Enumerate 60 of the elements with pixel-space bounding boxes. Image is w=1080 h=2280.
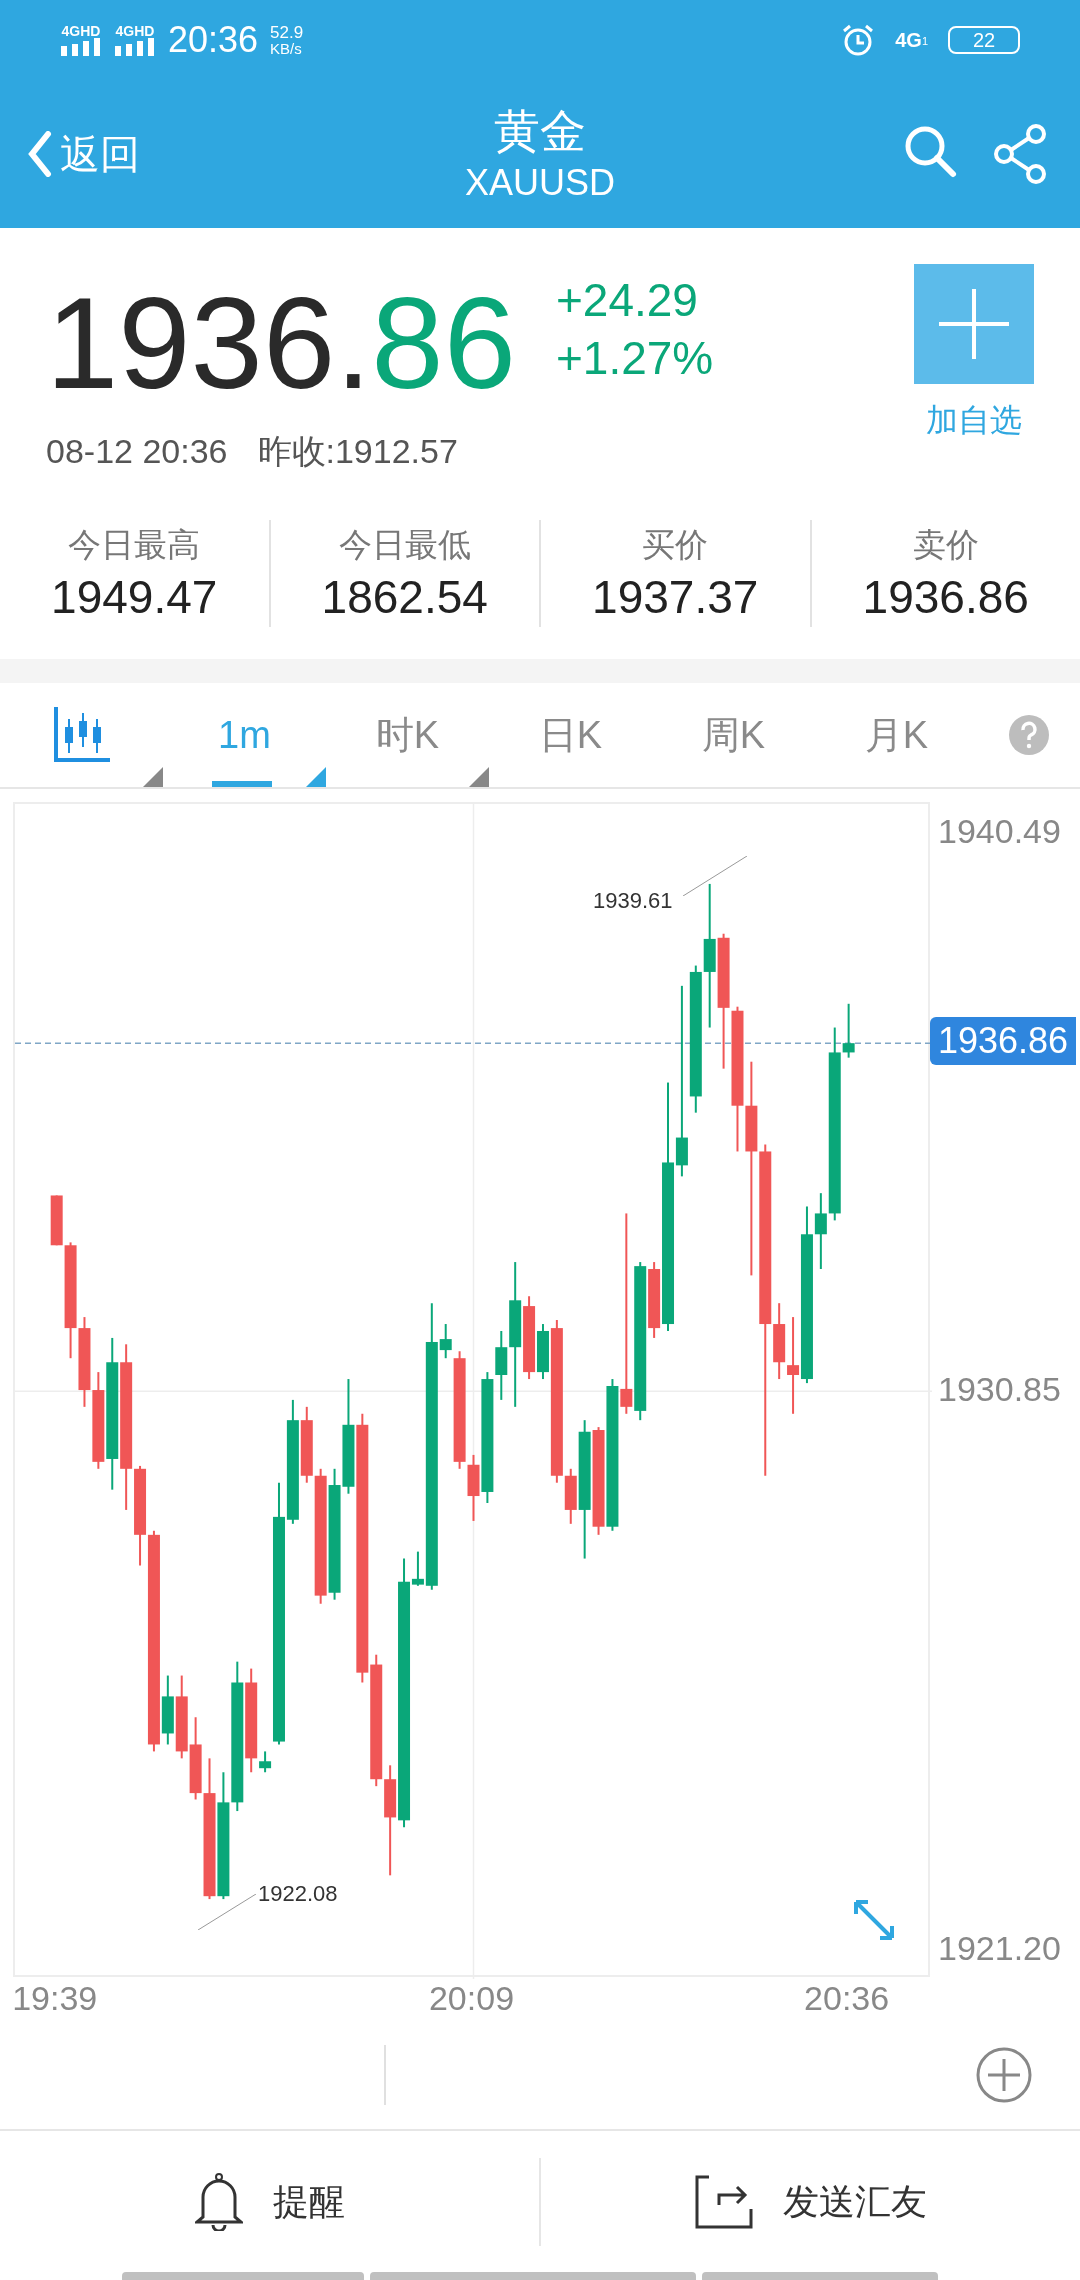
alarm-icon: [841, 23, 876, 57]
selected-tab-underline: [212, 781, 272, 787]
signal-icon: [114, 38, 156, 56]
page-title: 黄金: [494, 103, 586, 159]
period-tab[interactable]: 时K: [326, 683, 489, 787]
back-chevron-icon: [28, 131, 52, 177]
low-price-label: 1922.08: [258, 1880, 338, 1908]
stat-value: 1937.37: [592, 570, 759, 625]
period-tab[interactable]: 周K: [652, 683, 815, 787]
page-subtitle: XAUUSD: [465, 161, 615, 206]
back-button[interactable]: 返回: [28, 124, 268, 184]
stat-value: 1936.86: [862, 570, 1029, 625]
alert-button[interactable]: 提醒: [0, 2157, 539, 2246]
share-arrow-icon: [694, 2174, 753, 2229]
leader-line: [198, 1894, 256, 1930]
price-change: +24.29: [555, 273, 699, 328]
share-to-friends-button[interactable]: 发送汇友: [539, 2157, 1080, 2246]
quote-datetime: 08-12 20:36: [46, 431, 228, 472]
status-time: 20:36: [168, 18, 259, 62]
period-tab[interactable]: 月K: [815, 683, 978, 787]
stat-label: 卖价: [912, 524, 979, 565]
dropdown-corner-icon[interactable]: [469, 767, 489, 787]
bell-icon: [194, 2172, 243, 2231]
net-speed: 52.9: [270, 24, 304, 41]
signal-label: 4GHD: [61, 24, 101, 38]
y-axis-label: 1940.49: [938, 813, 1061, 848]
dropdown-corner-icon[interactable]: [306, 767, 326, 787]
y-axis-label: 1921.20: [938, 1931, 1061, 1966]
add-indicator-icon[interactable]: [976, 2047, 1032, 2103]
plus-icon: [939, 289, 1009, 359]
x-axis-label: 20:36: [804, 1981, 890, 2015]
high-price-label: 1939.61: [593, 887, 673, 915]
leader-line: [683, 856, 747, 896]
signal-icon: [60, 38, 102, 56]
stat-label: 今日最高: [68, 524, 201, 565]
signal-label: 4GHD: [115, 24, 155, 38]
share-icon[interactable]: [992, 123, 1048, 185]
fullscreen-icon[interactable]: [852, 1898, 896, 1942]
net-speed-unit: KB/s: [270, 41, 303, 56]
previous-close: 昨收:1912.57: [257, 431, 458, 472]
battery-level: 22: [972, 30, 996, 50]
network-label: 4G: [895, 30, 922, 50]
x-axis-label: 20:09: [428, 1981, 515, 2015]
help-icon[interactable]: [1009, 715, 1049, 755]
candlestick-icon: [52, 707, 111, 763]
network-sub-label: 1: [921, 36, 928, 47]
x-axis-label: 19:39: [12, 1981, 98, 2015]
stat-label: 今日最低: [338, 524, 471, 565]
period-tab[interactable]: 1m: [163, 683, 326, 787]
y-axis-label: 1930.85: [938, 1372, 1061, 1407]
price-change-percent: +1.27%: [555, 330, 714, 386]
current-price: 1936.86: [46, 278, 516, 408]
stat-value: 1862.54: [321, 570, 488, 625]
add-watchlist-button[interactable]: [914, 264, 1034, 384]
stat-label: 买价: [642, 524, 709, 565]
dropdown-corner-icon[interactable]: [143, 767, 163, 787]
add-watchlist-label[interactable]: 加自选: [926, 396, 1022, 444]
period-tab[interactable]: 日K: [489, 683, 652, 787]
stat-value: 1949.47: [51, 570, 218, 625]
current-price-tag: 1936.86: [930, 1017, 1077, 1066]
